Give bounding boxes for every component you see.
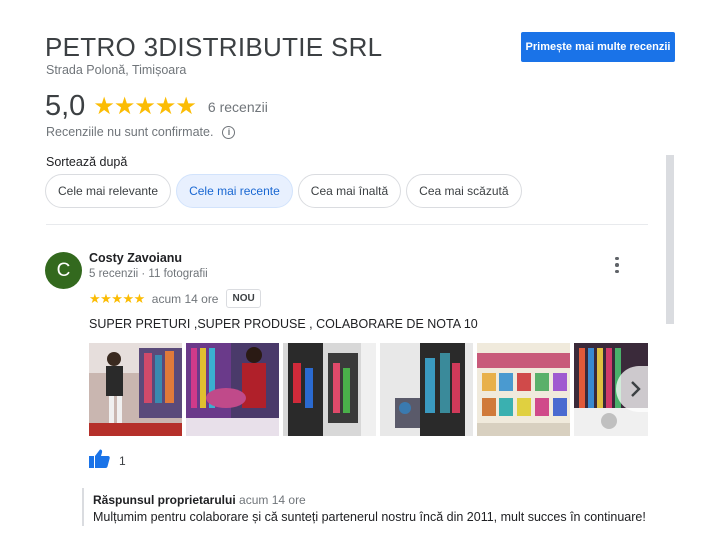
info-icon[interactable]: i xyxy=(222,125,236,139)
get-more-reviews-button[interactable]: Primește mai multe recenzii xyxy=(521,32,675,62)
divider xyxy=(46,224,648,225)
review-photos xyxy=(89,343,648,436)
sort-chip-highest[interactable]: Cea mai înaltă xyxy=(297,174,402,208)
business-name: PETRO 3DISTRIBUTIE SRL xyxy=(45,32,383,62)
more-options-icon[interactable] xyxy=(607,255,627,275)
review-stars: ★★★★★ xyxy=(89,290,145,306)
owner-reply-header: Răspunsul proprietarului acum 14 ore xyxy=(93,493,646,507)
sort-chip-relevant[interactable]: Cele mai relevante xyxy=(45,174,172,208)
reviewer-name[interactable]: Costy Zavoianu xyxy=(89,251,182,265)
thumbs-up-icon[interactable] xyxy=(89,449,110,473)
scrollbar-thumb[interactable] xyxy=(666,155,674,324)
reviewer-meta: 5 recenzii · 11 fotografii xyxy=(89,268,208,280)
next-photos-button[interactable] xyxy=(616,366,654,412)
owner-reply-time: acum 14 ore xyxy=(239,493,306,507)
review-photo[interactable] xyxy=(380,343,473,436)
sort-chip-recent[interactable]: Cele mai recente xyxy=(176,174,293,208)
rating-stars: ★★★★★ xyxy=(93,93,197,120)
review-count: 6 recenzii xyxy=(207,98,268,115)
rating-summary: 5,0 ★★★★★ 6 recenzii xyxy=(45,90,268,123)
review-photo[interactable] xyxy=(89,343,182,436)
new-badge: NOU xyxy=(226,289,261,308)
review-time: acum 14 ore xyxy=(151,291,219,306)
owner-reply: Răspunsul proprietarului acum 14 ore Mul… xyxy=(82,488,646,526)
sort-chip-lowest[interactable]: Cea mai scăzută xyxy=(406,174,522,208)
like-count: 1 xyxy=(119,454,126,468)
sort-label: Sortează după xyxy=(46,155,128,169)
business-address: Strada Polonă, Timișoara xyxy=(46,63,187,77)
unconfirmed-text: Recenzii​le nu sunt confirmate. xyxy=(46,125,214,139)
rating-value: 5,0 xyxy=(45,90,86,122)
owner-reply-text: Mulțumim pentru colaborare și că sunteți… xyxy=(93,510,646,524)
review-photo[interactable] xyxy=(283,343,376,436)
like-row: 1 xyxy=(89,449,126,473)
unconfirmed-note: Recenzii​le nu sunt confirmate. i xyxy=(46,125,236,139)
chevron-right-icon xyxy=(631,381,641,397)
review-rating: ★★★★★ acum 14 ore NOU xyxy=(89,289,261,308)
owner-reply-label: Răspunsul proprietarului xyxy=(93,493,236,507)
review-photo[interactable] xyxy=(186,343,279,436)
review-photo[interactable] xyxy=(477,343,570,436)
avatar[interactable]: C xyxy=(45,252,82,289)
review-text: SUPER PRETURI ,SUPER PRODUSE , COLABORAR… xyxy=(89,317,478,331)
sort-chips: Cele mai relevante Cele mai recente Cea … xyxy=(45,174,522,208)
